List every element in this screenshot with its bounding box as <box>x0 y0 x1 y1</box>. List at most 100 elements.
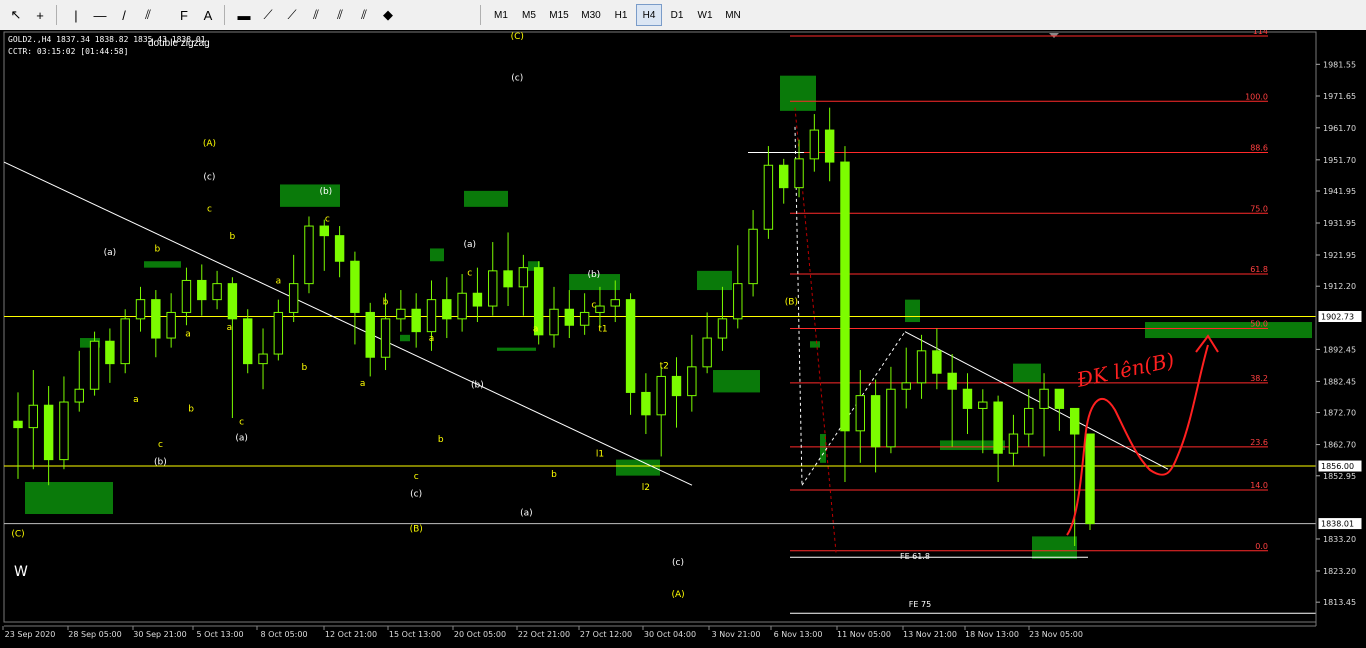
price-tick-label: 1813.45 <box>1323 598 1356 607</box>
wave-label: (b) <box>471 381 484 391</box>
fib-level-label: 0.0 <box>1255 542 1268 551</box>
timeframe-m15[interactable]: M15 <box>544 4 574 26</box>
wave-label: (C) <box>511 32 524 42</box>
candle-body <box>886 388 896 448</box>
price-tick-label: 1912.20 <box>1323 282 1356 291</box>
rectangle-icon[interactable]: ▬ <box>234 4 254 26</box>
arrow-shapes-icon[interactable]: ◆ <box>378 4 398 26</box>
fib-level-label: 50.0 <box>1250 319 1268 328</box>
price-tick-label: 1981.55 <box>1323 60 1356 69</box>
current-price-label: 1856.00 <box>1321 462 1354 471</box>
time-tick-label: 8 Oct 05:00 <box>260 630 307 639</box>
price-tick-label: 1892.45 <box>1323 345 1356 354</box>
time-tick-label: 15 Oct 13:00 <box>389 630 441 639</box>
candle-body <box>1024 407 1034 435</box>
wave-degree-label: W <box>14 564 28 580</box>
wave-label: (c) <box>203 173 215 183</box>
horizontal-line-icon[interactable]: — <box>90 4 110 26</box>
time-tick-label: 28 Sep 05:00 <box>68 630 121 639</box>
fib-level-label: 88.6 <box>1250 143 1268 152</box>
wave-label: t1 <box>598 325 607 335</box>
fib-level-label: 14.0 <box>1250 481 1268 490</box>
current-price-label: 1838.01 <box>1321 520 1354 529</box>
candle-body <box>947 372 957 390</box>
wave-label: (c) <box>511 73 523 83</box>
price-zone <box>810 341 820 348</box>
price-tick-label: 1921.95 <box>1323 251 1356 260</box>
price-zone <box>713 370 760 393</box>
timeframe-h1[interactable]: H1 <box>608 4 634 26</box>
candle-body <box>809 129 820 160</box>
candle-body <box>43 404 54 461</box>
fib-level-label: 61.8 <box>1250 265 1268 274</box>
price-tick-label: 1872.70 <box>1323 409 1356 418</box>
candle-body <box>457 292 467 320</box>
wave-label: a <box>533 325 539 335</box>
candle-body <box>916 350 927 384</box>
wave-label: (c) <box>410 489 422 499</box>
candle-body <box>1008 433 1019 454</box>
timeframe-m30[interactable]: M30 <box>576 4 606 26</box>
wave-label: c <box>414 472 419 482</box>
candle-body <box>1039 388 1049 409</box>
time-tick-label: 11 Nov 05:00 <box>837 630 891 639</box>
wave-label: a <box>276 277 282 287</box>
vertical-line-icon[interactable]: | <box>66 4 86 26</box>
wave-label: (A) <box>203 139 216 149</box>
wave-label: l1 <box>596 449 604 459</box>
wave-label: b <box>155 245 161 255</box>
candle-body <box>641 391 651 416</box>
candle-body <box>411 308 421 333</box>
wave-label: b <box>383 297 389 307</box>
candle-body <box>763 164 774 230</box>
price-chart[interactable]: 114 100.0 88.6 75.0 61.8 50.0 38.2 23.6 14.0 0.0 F… <box>0 30 1366 648</box>
candle-body <box>962 388 973 409</box>
timeframe-d1[interactable]: D1 <box>664 4 690 26</box>
price-zone <box>780 75 816 111</box>
candle-body <box>426 299 437 333</box>
wave-label: c <box>239 417 244 427</box>
candle-body <box>595 305 605 313</box>
wave-label: (C) <box>11 529 24 539</box>
candle-body <box>151 299 161 339</box>
price-tick-label: 1852.95 <box>1323 472 1356 481</box>
timeframe-w1[interactable]: W1 <box>692 4 718 26</box>
candle-body <box>212 283 222 301</box>
candle-body <box>74 388 84 403</box>
current-price-label: 1902.73 <box>1321 313 1354 322</box>
candle-body <box>717 318 728 339</box>
fibo-fan-icon[interactable]: ⟋ <box>258 4 278 26</box>
time-tick-label: 30 Oct 04:00 <box>644 630 696 639</box>
candle-body <box>89 340 100 390</box>
equidistant-channel-icon[interactable]: ⫽ <box>138 4 158 26</box>
candle-body <box>870 395 881 448</box>
fibonacci-icon[interactable]: F <box>174 4 194 26</box>
crosshair-icon[interactable]: + <box>30 4 50 26</box>
candle-body <box>227 283 238 320</box>
timeframe-h4[interactable]: H4 <box>636 4 662 26</box>
cursor-icon[interactable]: ↖ <box>6 4 26 26</box>
timeframe-m5[interactable]: M5 <box>516 4 542 26</box>
gann-icon[interactable]: ⫽ <box>330 4 350 26</box>
candle-body <box>472 292 483 307</box>
price-zone <box>1013 363 1041 383</box>
candle-body <box>993 401 1003 454</box>
wave-label: b <box>188 405 194 415</box>
time-tick-label: 30 Sep 21:00 <box>133 630 186 639</box>
price-zone <box>905 299 920 323</box>
timeframe-m1[interactable]: M1 <box>488 4 514 26</box>
fibo-arcs-icon[interactable]: ⟋ <box>282 4 302 26</box>
wave-label: (a) <box>104 248 117 258</box>
toolbar-separator <box>224 5 225 25</box>
text-icon[interactable]: A <box>198 4 218 26</box>
wave-label: b <box>438 435 444 445</box>
wave-label: b <box>302 363 308 373</box>
price-zone <box>1032 536 1077 559</box>
price-zone <box>697 270 732 291</box>
wave-label: c <box>467 269 472 279</box>
trendline-icon[interactable]: / <box>114 4 134 26</box>
pitchfork-icon[interactable]: ⫽ <box>354 4 374 26</box>
timeframe-mn[interactable]: MN <box>720 4 746 26</box>
candle-body <box>978 401 988 409</box>
fibo-time-icon[interactable]: ⫽ <box>306 4 326 26</box>
